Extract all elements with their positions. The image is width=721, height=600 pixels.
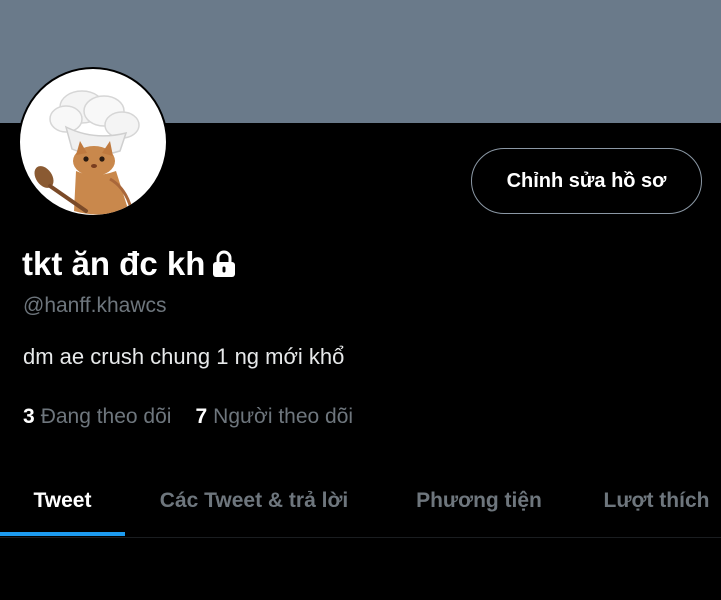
followers-label: Người theo dõi: [213, 405, 354, 428]
lock-icon: [211, 250, 237, 278]
followers-count: 7: [195, 405, 208, 428]
display-name-text: tkt ăn đc kh: [22, 245, 206, 282]
profile-stats: 3 Đang theo dõi 7 Người theo dõi: [23, 405, 353, 429]
active-tab-indicator: [0, 532, 125, 536]
edit-profile-button[interactable]: Chỉnh sửa hồ sơ: [471, 148, 702, 214]
chef-cat-icon: [34, 90, 140, 215]
following-label: Đang theo dõi: [40, 405, 172, 428]
following-stat[interactable]: 3 Đang theo dõi: [23, 405, 171, 429]
profile-display-name: tkt ăn đc kh: [22, 245, 237, 283]
tab-media[interactable]: Phương tiện: [395, 462, 563, 540]
profile-bio: dm ae crush chung 1 ng mới khổ: [23, 344, 345, 369]
profile-handle: @hanff.khawcs: [23, 294, 167, 317]
following-count: 3: [23, 405, 35, 428]
tab-likes[interactable]: Lượt thích: [592, 462, 721, 540]
tab-tweets[interactable]: Tweet: [0, 462, 125, 540]
tab-tweets-and-replies[interactable]: Các Tweet & trả lời: [140, 462, 368, 540]
followers-stat[interactable]: 7 Người theo dõi: [195, 405, 353, 429]
tabs-divider: [0, 537, 721, 538]
profile-avatar[interactable]: [18, 67, 168, 217]
profile-tabs: Tweet Các Tweet & trả lời Phương tiện Lư…: [0, 462, 721, 540]
